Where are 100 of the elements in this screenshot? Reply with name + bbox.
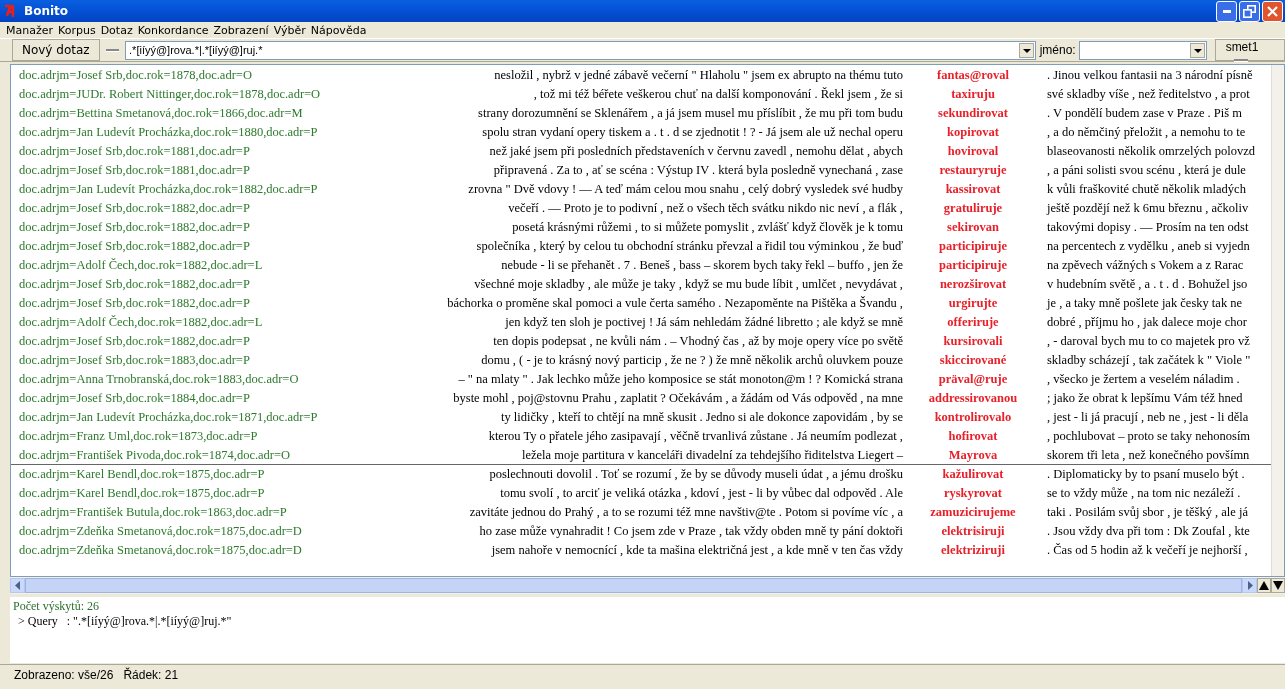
right-context: skorem tři leta , než konečného povšímn	[1046, 447, 1250, 464]
document-reference: doc.adrjm=Zdeňka Smetanová,doc.rok=1875,doc.adr=D	[18, 542, 303, 559]
left-context: ty lidičky , kteří to chtějí na mně skusit . Jedno si ale dokonce zapovidám , by se	[501, 409, 903, 426]
document-reference: doc.adrjm=Karel Bendl,doc.rok=1875,doc.adr=P	[18, 485, 266, 502]
document-reference: doc.adrjm=Zdeňka Smetanová,doc.rok=1875,doc.adr=D	[18, 523, 303, 540]
dropdown-handle[interactable]	[105, 48, 120, 52]
document-reference: doc.adrjm=František Pivoda,doc.rok=1874,doc.adr=O	[18, 447, 292, 464]
query-line: > Query : ".*[iíyý@]rova.*|.*[iíyý@]ruj.*"	[17, 614, 233, 629]
close-icon[interactable]	[1267, 5, 1278, 17]
concordance-row[interactable]: doc.adrjm=Josef Srb,doc.rok=1882,doc.adr=P společníka , který by celou tu obchodní stránku převzal a řidil tou výminkou , že buď participiruje na percentech z vydělku , aneb si vyjedn	[11, 237, 1271, 256]
occurrence-count: Počet výskytů: 26	[13, 599, 100, 614]
keyword: präval@ruje	[938, 371, 1008, 388]
concordance-row[interactable]: doc.adrjm=Anna Trnobranská,doc.rok=1883,doc.adr=O – " na mlaty " . Jak lechko může jeho komposice se stát monoton@m ! ? Komická strana präval@ruje , všecko je žertem a veselém náladim .	[11, 370, 1271, 389]
concordance-row[interactable]: doc.adrjm=Jan Ludevít Procházka,doc.rok=1882,doc.adr=P zrovna " Dvě vdovy ! — A teď mám celou mou snahu , celý dobrý vysledek své hudby kassirovat k vůli fraškovité chutě několik mladých	[11, 180, 1271, 199]
menu-item[interactable]: Manažer	[6, 23, 58, 37]
right-context: , a páni solisti svou scénu , která je dule	[1046, 162, 1246, 179]
left-context: zavitáte jednou do Prahý , a to se rozumi též mne navštiv@te . Potom si povíme víc , a	[469, 504, 903, 521]
concordance-row[interactable]: doc.adrjm=Adolf Čech,doc.rok=1882,doc.adr=L nebude - li se přehanět . 7 . Beneš , bass – skorem bych taky řekl – buffo , jen že participiruje na zpěvech vážných s Vokem a z Rarac	[11, 256, 1271, 275]
new-query-button[interactable]: Nový dotaz	[12, 39, 100, 61]
document-reference: doc.adrjm=Josef Srb,doc.rok=1884,doc.adr=P	[18, 390, 251, 407]
minimize-button[interactable]	[1216, 0, 1237, 22]
left-context: kterou Ty o přatele jého zasipavají , věčně trvanlivá zůstane . Já neumím podlezat ,	[488, 428, 903, 445]
concordance-row[interactable]: doc.adrjm=Josef Srb,doc.rok=1882,doc.adr=P všechné moje skladby , ale může je taky , když se mu bude líbit , umlčet , nevydávat , nerozširovat v hudebním světě , a . t . d . Bohužel jso	[11, 275, 1271, 294]
right-context: blaseovanosti několik omrzelých polovzd	[1046, 143, 1255, 160]
document-reference: doc.adrjm=Josef Srb,doc.rok=1881,doc.adr=P	[18, 162, 251, 179]
keyword: sekirovan	[947, 219, 999, 236]
left-context: strany dorozumnění se Sklenářem , a já jsem musel mu příslíbit , že mu při tom budu	[478, 105, 903, 122]
query-field[interactable]: .*[iíyý@]rova.*|.*[iíyý@]ruj.*	[125, 40, 1036, 60]
left-context: ho zase může vynahradit ! Co jsem zde v Praze , tak vždy obden mně ty pání doktoři	[479, 523, 903, 540]
right-context: , - daroval bych mu to co majetek pro vž	[1046, 333, 1250, 350]
concordance-row[interactable]: doc.adrjm=Karel Bendl,doc.rok=1875,doc.adr=P poslechnouti dovolil . Toť se rozumí , že by se důvody museli údat , a jému drošku kažulirovat . Diplomaticky by to psaní muselo být .	[11, 465, 1271, 484]
concordance-row[interactable]: doc.adrjm=Josef Srb,doc.rok=1882,doc.adr=P posetá krásnými růžemi , to si můžete pomyslit , zvlášť když člověk je k tomu sekirovan takovými dopisy . — Prosím na ten odst	[11, 218, 1271, 237]
keyword: participiruje	[938, 257, 1007, 274]
concordance-row[interactable]: doc.adrjm=Zdeňka Smetanová,doc.rok=1875,doc.adr=D ho zase může vynahradit ! Co jsem zde v Praze , tak vždy obden mně ty pání doktoři elektrisiruji . Jsou vždy dva při tom : Dk Zoufal , kte	[11, 522, 1271, 541]
right-context: . Čas od 5 hodin až k večeří je nejhorší ,	[1046, 542, 1248, 559]
minimize-icon[interactable]	[1222, 9, 1231, 13]
right-context: ; jako že obrat k lepšímu Vám též hned	[1046, 390, 1243, 407]
menu-item[interactable]: Zobrazení	[213, 23, 274, 37]
concordance-row[interactable]: doc.adrjm=Josef Srb,doc.rok=1881,doc.adr=P než jaké jsem při posledních představeních v červnu zavedl , nemohu dělat , abych hoviroval blaseovanosti několik omrzelých polovzd	[11, 142, 1271, 161]
concordance-row[interactable]: doc.adrjm=Josef Srb,doc.rok=1878,doc.adr=O nesložil , nybrž v jedné zábavě večerní " Hlaholu " jsem ex abrupto na thému tuto fantas@roval . Jinou velkou fantasii na 3 národní písně	[11, 66, 1271, 85]
right-context: taki . Posilám svůj sbor , je těšký , ale já	[1046, 504, 1248, 521]
right-context: své skladby víše , než ředitelstvo , a prot	[1046, 86, 1250, 103]
keyword: offeriruje	[947, 314, 999, 331]
keyword: kursirovali	[943, 333, 1003, 350]
concordance-row[interactable]: doc.adrjm=František Butula,doc.rok=1863,doc.adr=P zavitáte jednou do Prahý , a to se rozumi též mne navštiv@te . Potom si povíme víc , a zamuzicirujeme taki . Posilám svůj sbor , je těšký , ale já	[11, 503, 1271, 522]
document-reference: doc.adrjm=Josef Srb,doc.rok=1878,doc.adr=O	[18, 67, 253, 84]
left-context: domu , ( - je to krásný nový particip , že ne ? ) že mně několik archů oluvkem pouze	[481, 352, 903, 369]
concordance-row[interactable]: doc.adrjm=Josef Srb,doc.rok=1882,doc.adr=P ten dopis podepsat , ne kvůli nám . – Vhodný čas , až by moje opery více po světě kursirovali , - daroval bych mu to co majetek pro vž	[11, 332, 1271, 351]
keyword: gratuliruje	[943, 200, 1003, 217]
keyword: zamuzicirujeme	[930, 504, 1016, 521]
concordance-row[interactable]: doc.adrjm=Karel Bendl,doc.rok=1875,doc.adr=P tomu svolí , to arciť je veliká otázka , kdoví , jest - li by vůbec dal odpověd . Ale ryskyrovat se to vždy může , na tom nic nezáleží .	[11, 484, 1271, 503]
right-context: , pochlubovat – proto se taky nehonosím	[1046, 428, 1251, 445]
concordance-row[interactable]: doc.adrjm=Franz Uml,doc.rok=1873,doc.adr=P kterou Ty o přatele jého zasipavají , věčně trvanlivá zůstane . Já neumím podlezat , hofirovat , pochlubovat – proto se taky nehonosím	[11, 427, 1271, 446]
right-context: , všecko je žertem a veselém náladim .	[1046, 371, 1240, 388]
document-reference: doc.adrjm=František Butula,doc.rok=1863,doc.adr=P	[18, 504, 288, 521]
left-context: večeří . — Proto je to podivní , než o všech těch svátku nikdo nic neví , a flák ,	[508, 200, 903, 217]
left-context: nesložil , nybrž v jedné zábavě večerní " Hlaholu " jsem ex abrupto na thému tuto	[494, 67, 903, 84]
right-context: na percentech z vydělku , aneb si vyjedn	[1046, 238, 1250, 255]
right-context: je , a taky mně pošlete jak česky tak ne	[1045, 295, 1243, 312]
close-button[interactable]	[1262, 0, 1283, 22]
menu-item[interactable]: Dotaz	[100, 23, 138, 37]
corpus-button[interactable]: smet1	[1214, 39, 1285, 61]
concordance-row[interactable]: doc.adrjm=Josef Srb,doc.rok=1882,doc.adr=P báchorka o proměne skal pomoci a vule čerta samého . Nezapoměnte na Pištěka a Švandu , urgirujte je , a taky mně pošlete jak česky tak ne	[11, 294, 1271, 313]
concordance-row[interactable]: doc.adrjm=Zdeňka Smetanová,doc.rok=1875,doc.adr=D jsem nahoře v nemocnící , kde ta mašina električná jest , a kde mně v ten čas vždy elektriziruji . Čas od 5 hodin až k večeří je nejhorší ,	[11, 541, 1271, 560]
right-context: ještě pozdějí než k 6mu březnu , ačkoliv	[1045, 200, 1249, 217]
left-context: posetá krásnými růžemi , to si můžete pomyslit , zvlášť když člověk je k tomu	[512, 219, 903, 236]
left-context: než jaké jsem při posledních představeních v červnu zavedl , nemohu dělat , abych	[489, 143, 903, 160]
keyword: skiccirované	[939, 352, 1007, 369]
left-context: společníka , který by celou tu obchodní stránku převzal a řidil tou výminkou , že buď	[476, 238, 903, 255]
menu-item[interactable]: Výběr	[273, 23, 311, 37]
right-context: k vůli fraškovité chutě několik mladých	[1046, 181, 1246, 198]
concordance-row[interactable]: doc.adrjm=František Pivoda,doc.rok=1874,doc.adr=O ležela moje partitura v kanceláři divadelní za tehdejšího řiditelstva Liegert – Mayrova skorem tři leta , než konečného povšímn	[11, 446, 1271, 465]
document-reference: doc.adrjm=Bettina Smetanová,doc.rok=1866,doc.adr=M	[18, 105, 304, 122]
horizontal-scrollbar[interactable]	[10, 577, 1285, 594]
right-context: . V pondělí budem zase v Praze . Piš m	[1046, 105, 1242, 122]
menu-item[interactable]: Konkordance	[137, 23, 214, 37]
document-reference: doc.adrjm=Adolf Čech,doc.rok=1882,doc.adr=L	[18, 257, 264, 274]
right-context: . Jinou velkou fantasii na 3 národní písně	[1046, 67, 1253, 84]
concordance-row[interactable]: doc.adrjm=Josef Srb,doc.rok=1884,doc.adr=P byste mohl , poj@stovnu Prahu , zaplatit ? Očekávám , a žádám od Vás odpověd , na mne addressirovanou ; jako že obrat k lepšímu Vám též hned	[11, 389, 1271, 408]
document-reference: doc.adrjm=Karel Bendl,doc.rok=1875,doc.adr=P	[18, 466, 266, 483]
menu-item[interactable]: Korpus	[58, 23, 101, 37]
concordance-row[interactable]: doc.adrjm=Josef Srb,doc.rok=1883,doc.adr=P domu , ( - je to krásný nový particip , že ne ? ) že mně několik archů oluvkem pouze skiccirované skladby scházejí , tak začátek k " Viole "	[11, 351, 1271, 370]
document-reference: doc.adrjm=Franz Uml,doc.rok=1873,doc.adr=P	[18, 428, 259, 445]
vertical-scrollbar[interactable]	[1271, 65, 1284, 576]
document-reference: doc.adrjm=Josef Srb,doc.rok=1883,doc.adr=P	[18, 352, 251, 369]
keyword: restauryruje	[939, 162, 1007, 179]
concordance-row[interactable]: doc.adrjm=JUDr. Robert Nittinger,doc.rok=1878,doc.adr=O , tož mi též béřete veškerou chuť na další komponování . Řekl jsem , že si taxiruju své skladby víše , než ředitelstvo , a prot	[11, 85, 1271, 104]
concordance-row[interactable]: doc.adrjm=Josef Srb,doc.rok=1881,doc.adr=P připravená . Za to , ať se scéna : Výstup IV . která byla posledně vynechaná , zase restauryruje , a páni solisti svou scénu , která je dule	[11, 161, 1271, 180]
left-context: báchorka o proměne skal pomoci a vule čerta samého . Nezapoměnte na Pištěka a Švandu ,	[447, 295, 903, 312]
menu-item[interactable]: Nápověda	[310, 23, 372, 37]
concordance-row[interactable]: doc.adrjm=Jan Ludevít Procházka,doc.rok=1880,doc.adr=P spolu stran vydaní opery tiskem a . t . d se zjednotit ! ? - Já jsem ale už nechal operu kopirovat , a do němčiný přeložit , a nemohu to te	[11, 123, 1271, 142]
concordance-row[interactable]: doc.adrjm=Josef Srb,doc.rok=1882,doc.adr=P večeří . — Proto je to podivní , než o všech těch svátku nikdo nic neví , a flák , gratuliruje ještě pozdějí než k 6mu březnu , ačkoliv	[11, 199, 1271, 218]
keyword: hoviroval	[947, 143, 999, 160]
document-reference: doc.adrjm=Josef Srb,doc.rok=1882,doc.adr=P	[18, 295, 251, 312]
keyword: nerozširovat	[939, 276, 1007, 293]
document-reference: doc.adrjm=Josef Srb,doc.rok=1882,doc.adr=P	[18, 219, 251, 236]
document-reference: doc.adrjm=Josef Srb,doc.rok=1882,doc.adr=P	[18, 238, 251, 255]
concordance-row[interactable]: doc.adrjm=Adolf Čech,doc.rok=1882,doc.adr=L jen když ten sloh je poctivej ! Já sám nehledám žádné libretto ; ale když se mně offeriruje dobré , příjmu ho , jak dalece moje chor	[11, 313, 1271, 332]
document-reference: doc.adrjm=Jan Ludevít Procházka,doc.rok=1880,doc.adr=P	[18, 124, 319, 141]
concordance-row[interactable]: doc.adrjm=Bettina Smetanová,doc.rok=1866,doc.adr=M strany dorozumnění se Sklenářem , a já jsem musel mu příslíbit , že mu při tom budu sekundirovat . V pondělí budem zase v Praze . Piš m	[11, 104, 1271, 123]
